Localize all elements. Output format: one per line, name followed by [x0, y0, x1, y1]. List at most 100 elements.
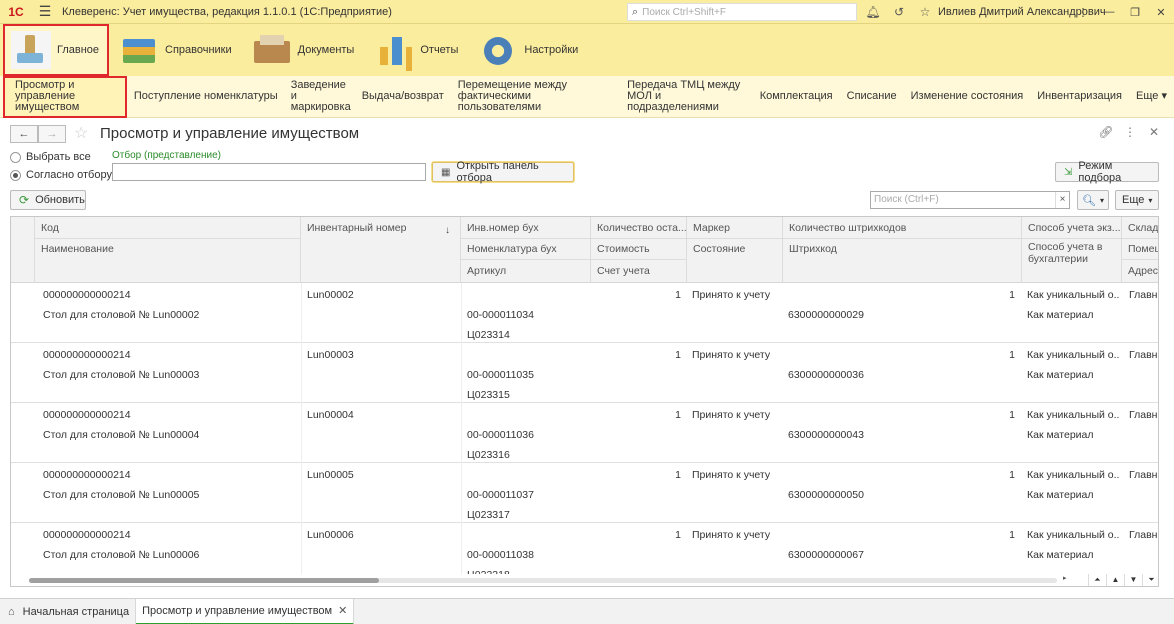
- cell-inv: Lun00005: [307, 469, 354, 481]
- find-button[interactable]: 🔍︎ ▾: [1077, 190, 1109, 210]
- command-registration[interactable]: Заведение и маркировка: [285, 80, 355, 113]
- property-table[interactable]: Код Наименование Инвентарный номер ↓ Инв…: [10, 216, 1159, 587]
- command-move-users[interactable]: Перемещение между фактическими пользоват…: [451, 80, 620, 113]
- more-button[interactable]: Еще ▾: [1115, 190, 1159, 210]
- scroll-thumb[interactable]: [29, 578, 379, 583]
- section-reports[interactable]: Отчеты: [364, 24, 468, 76]
- section-references[interactable]: Справочники: [109, 24, 242, 76]
- back-arrow-icon[interactable]: ←: [10, 125, 38, 143]
- radio-icon: [10, 169, 21, 181]
- scroll-right-icon[interactable]: ▸: [1063, 574, 1067, 582]
- command-more[interactable]: Еще ▾: [1129, 91, 1174, 102]
- cell-method: Как уникальный о...: [1027, 349, 1119, 361]
- table-row[interactable]: 000000000000214 Стол для столовой № Lun00…: [11, 403, 1158, 463]
- cell-nom: 00-000011036: [467, 429, 534, 441]
- section-settings[interactable]: Настройки: [468, 24, 588, 76]
- section-label: Справочники: [165, 44, 232, 56]
- open-filter-panel-button[interactable]: ▦ Открыть панель отбора: [432, 160, 574, 184]
- command-writeoff[interactable]: Списание: [840, 91, 904, 102]
- header-inv-col[interactable]: Инвентарный номер ↓: [301, 217, 461, 283]
- restore-icon[interactable]: ❐: [1122, 6, 1148, 19]
- form-area: ← → ☆ Просмотр и управление имуществом 🔗…: [0, 118, 1174, 598]
- table-row[interactable]: 000000000000214 Стол для столовой № Lun00…: [11, 283, 1158, 343]
- command-inventory[interactable]: Инвентаризация: [1030, 91, 1129, 102]
- header-barcode-col[interactable]: Количество штрихкодов Штрихкод: [783, 217, 1022, 283]
- open-windows-bar: ⌂ Начальная страница Просмотр и управлен…: [0, 598, 1174, 624]
- section-documents[interactable]: Документы: [242, 24, 365, 76]
- cell-code: 000000000000214: [43, 409, 131, 421]
- commands-bar: Просмотр и управление имуществом Поступл…: [0, 75, 1174, 118]
- command-transfer-mol[interactable]: Передача ТМЦ между МОЛ и подразделениями: [620, 80, 753, 113]
- cell-store: Главны: [1129, 529, 1158, 541]
- header-store-col[interactable]: Склад Помещ Адрес: [1122, 217, 1159, 283]
- header-label: Склад: [1128, 222, 1159, 234]
- selection-mode-button[interactable]: ⇲ Режим подбора: [1055, 160, 1159, 184]
- tab-home[interactable]: ⌂ Начальная страница: [0, 598, 137, 624]
- first-row-icon[interactable]: ⏶: [1088, 574, 1106, 586]
- filter-field[interactable]: [112, 163, 426, 181]
- prev-row-icon[interactable]: ▲: [1106, 574, 1124, 586]
- link-icon[interactable]: 🔗︎: [1094, 125, 1118, 139]
- command-assembly[interactable]: Комплектация: [753, 91, 840, 102]
- clear-icon[interactable]: ×: [1055, 192, 1069, 208]
- cell-nom: 00-000011037: [467, 489, 534, 501]
- command-change-state[interactable]: Изменение состояния: [904, 91, 1031, 102]
- cell-barcode: 6300000000043: [788, 429, 864, 441]
- close-icon[interactable]: ✕: [1148, 6, 1174, 19]
- refresh-icon: ⟳: [19, 193, 30, 207]
- section-label: Настройки: [524, 44, 579, 56]
- horizontal-scrollbar[interactable]: ▸ ⏶ ▲ ▼ ⏷: [11, 574, 1158, 586]
- scroll-track[interactable]: [29, 578, 1057, 583]
- last-row-icon[interactable]: ⏷: [1142, 574, 1158, 586]
- close-icon[interactable]: ✕: [1142, 125, 1166, 139]
- section-main[interactable]: Главное: [3, 24, 109, 76]
- table-row[interactable]: 000000000000214 Стол для столовой № Lun00…: [11, 463, 1158, 523]
- column-separator: [461, 403, 462, 463]
- chevron-down-icon: ▾: [1148, 195, 1153, 205]
- history-icon[interactable]: ↺: [886, 5, 912, 19]
- tab-current[interactable]: Просмотр и управление имуществом ✕: [136, 598, 355, 624]
- cell-method: Как уникальный о...: [1027, 529, 1119, 541]
- cell-store: Главны: [1129, 409, 1158, 421]
- header-label: Артикул: [467, 265, 507, 277]
- global-search-input[interactable]: ⌕ Поиск Ctrl+Shift+F: [627, 3, 857, 21]
- command-view-manage[interactable]: Просмотр и управление имуществом: [3, 75, 127, 118]
- command-receipt[interactable]: Поступление номенклатуры: [127, 91, 285, 102]
- menu-icon[interactable]: ☰: [32, 3, 58, 20]
- radio-select-all[interactable]: Выбрать все: [10, 151, 91, 163]
- star-icon[interactable]: ☆: [912, 5, 938, 19]
- table-search-input[interactable]: Поиск (Ctrl+F) ×: [870, 191, 1070, 209]
- header-label: Количество оста...: [597, 222, 687, 234]
- header-acc-col[interactable]: Инв.номер бух Номенклатура бух Артикул: [461, 217, 591, 283]
- header-marker-state-col[interactable]: Маркер Состояние: [687, 217, 783, 283]
- header-method-col[interactable]: Способ учета экз... Способ учета в бухга…: [1022, 217, 1122, 283]
- 1c-logo: 1С: [8, 4, 24, 19]
- column-separator: [461, 463, 462, 523]
- close-icon[interactable]: ✕: [338, 604, 347, 617]
- table-row[interactable]: 000000000000214 Стол для столовой № Lun00…: [11, 343, 1158, 403]
- cell-store: Главны: [1129, 469, 1158, 481]
- minimize-icon[interactable]: —: [1096, 6, 1122, 18]
- cell-qty: 1: [675, 289, 681, 301]
- favorite-star-icon[interactable]: ☆: [74, 123, 88, 143]
- cell-qty: 1: [675, 409, 681, 421]
- cell-marker: Принято к учету: [692, 529, 771, 541]
- more-icon[interactable]: ⋮: [1118, 125, 1142, 139]
- header-label: Маркер: [693, 222, 730, 234]
- bell-icon[interactable]: 🔔︎: [860, 5, 886, 19]
- more-icon[interactable]: ⋮: [1070, 6, 1096, 19]
- forward-arrow-icon[interactable]: →: [38, 125, 66, 143]
- header-qty-col[interactable]: Количество оста... Стоимость Счет учета: [591, 217, 687, 283]
- cell-nom: 00-000011035: [467, 369, 534, 381]
- next-row-icon[interactable]: ▼: [1124, 574, 1142, 586]
- command-issue-return[interactable]: Выдача/возврат: [355, 91, 451, 102]
- radio-by-filter[interactable]: Согласно отбору:: [10, 169, 115, 181]
- section-label: Документы: [297, 44, 355, 56]
- header-code-col[interactable]: Код Наименование: [35, 217, 301, 283]
- cell-method-acc: Как материал: [1027, 429, 1094, 441]
- column-separator: [301, 463, 302, 523]
- refresh-button[interactable]: ⟳ Обновить: [10, 190, 86, 210]
- button-label: Еще: [1122, 194, 1145, 206]
- cell-method: Как уникальный о...: [1027, 289, 1119, 301]
- column-separator: [461, 343, 462, 403]
